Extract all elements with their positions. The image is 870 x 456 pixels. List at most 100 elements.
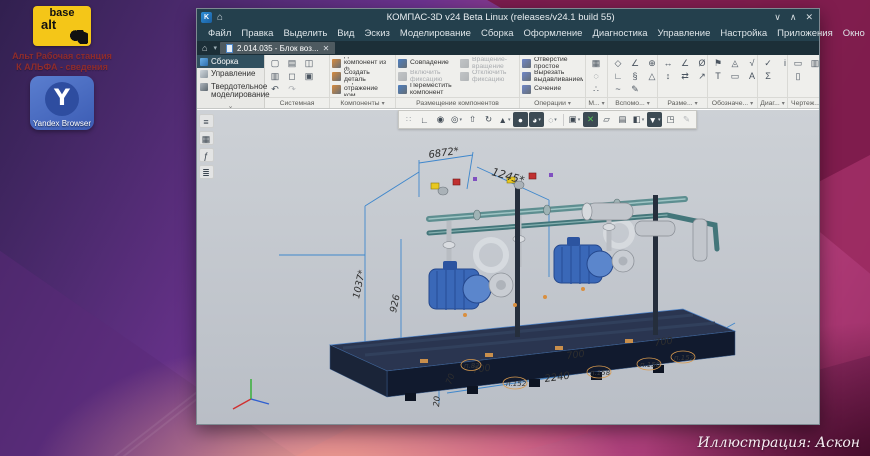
- clipboard-icon[interactable]: ▤: [615, 112, 630, 127]
- views-icon[interactable]: ▥: [807, 57, 819, 70]
- panel-management[interactable]: Управление: [197, 68, 264, 81]
- menu-item-9[interactable]: Управление: [653, 27, 716, 40]
- sheet-icon[interactable]: ▯: [790, 70, 806, 83]
- dim-aligned-icon[interactable]: ↗: [694, 70, 707, 83]
- menu-item-7[interactable]: Оформление: [519, 27, 588, 40]
- titlebar[interactable]: K ⌂ КОМПАС-3D v24 Beta Linux (releases/v…: [197, 9, 819, 25]
- quick-divide-icon[interactable]: ✕: [583, 112, 598, 127]
- leader-icon[interactable]: ⚑: [710, 57, 726, 70]
- start-page-button[interactable]: ⌂: [199, 43, 210, 53]
- section-expand-icon[interactable]: ▾: [602, 100, 605, 107]
- frame-icon[interactable]: ▭: [727, 70, 743, 83]
- plane-icon[interactable]: ◇: [610, 57, 626, 70]
- tab-close-icon[interactable]: ✕: [323, 44, 330, 53]
- tab-document[interactable]: 2.014.035 - Блок воз... ✕: [220, 42, 335, 54]
- save-icon[interactable]: ◫: [301, 57, 317, 70]
- panel-solid-modeling[interactable]: Твердотельное моделирование: [197, 81, 264, 102]
- pattern-grid-icon[interactable]: ▦: [588, 57, 604, 70]
- hide-objects-icon[interactable]: ◌: [545, 112, 560, 127]
- coincidence-button[interactable]: Совпадение: [398, 57, 460, 70]
- menu-item-0[interactable]: Файл: [203, 27, 236, 40]
- pan-icon[interactable]: ⇧: [465, 112, 480, 127]
- tab-list-dropdown-icon[interactable]: ▾: [213, 44, 217, 52]
- point-icon[interactable]: ⊕: [644, 57, 657, 70]
- mass-icon[interactable]: Σ: [760, 70, 776, 83]
- section-expand-icon[interactable]: ▾: [695, 100, 698, 107]
- mirror-component-button[interactable]: Зеркальное отражение ком...: [332, 83, 393, 96]
- zoom-icon[interactable]: ◎: [449, 112, 464, 127]
- menu-item-3[interactable]: Вид: [332, 27, 359, 40]
- dim-linear-icon[interactable]: ↔: [660, 57, 676, 70]
- menu-item-6[interactable]: Сборка: [476, 27, 519, 40]
- panel-assembly[interactable]: Сборка: [197, 55, 264, 68]
- close-button[interactable]: ✕: [805, 12, 813, 23]
- variables-icon[interactable]: ƒ: [199, 148, 214, 162]
- undo-icon[interactable]: ↶: [267, 83, 283, 96]
- shaded-view-icon[interactable]: ●: [513, 112, 528, 127]
- print-icon[interactable]: ▥: [267, 70, 283, 83]
- orientation-icon[interactable]: ◉: [433, 112, 448, 127]
- assembly-3d-model[interactable]: 6872* 1245* 1037* 926 700 700 700 2240 7…: [215, 127, 819, 424]
- desktop-icon-yandex-browser[interactable]: Y Yandex Browser: [10, 76, 114, 130]
- create-part-button[interactable]: Создать деталь: [332, 70, 393, 83]
- new-doc-icon[interactable]: ▢: [267, 57, 283, 70]
- dim-chain-icon[interactable]: ⇄: [677, 70, 693, 83]
- axis-icon[interactable]: ∠: [627, 57, 643, 70]
- section-button[interactable]: Сечение: [522, 83, 583, 96]
- section-expand-icon[interactable]: ▾: [647, 100, 650, 107]
- datum-icon[interactable]: ◬: [727, 57, 743, 70]
- info-icon[interactable]: i: [777, 57, 787, 70]
- spline-icon[interactable]: ~: [610, 83, 626, 96]
- image-icon[interactable]: ▣: [567, 112, 582, 127]
- contour-icon[interactable]: ✎: [627, 83, 643, 96]
- dim-diameter-icon[interactable]: Ø: [694, 57, 707, 70]
- section-expand-icon[interactable]: ▾: [382, 100, 385, 107]
- menu-item-4[interactable]: Эскиз: [359, 27, 394, 40]
- drawing-icon[interactable]: ▭: [790, 57, 806, 70]
- copy-style-icon[interactable]: ▱: [599, 112, 614, 127]
- hole-simple-button[interactable]: Отверстие простое: [522, 57, 583, 70]
- measure-icon[interactable]: ✓: [760, 57, 776, 70]
- save-as-icon[interactable]: ▣: [301, 70, 317, 83]
- parameters-icon[interactable]: ▦: [199, 131, 214, 145]
- yandex-browser-tile[interactable]: Y Yandex Browser: [30, 76, 94, 130]
- rotate-view-icon[interactable]: ↻: [481, 112, 496, 127]
- section-expand-icon[interactable]: ▾: [782, 100, 785, 107]
- open-icon[interactable]: ▤: [284, 57, 300, 70]
- polyline-icon[interactable]: △: [644, 70, 657, 83]
- print-preview-icon[interactable]: ◻: [284, 70, 300, 83]
- home-icon[interactable]: ⌂: [217, 12, 223, 23]
- dim-angular-icon[interactable]: ∠: [677, 57, 693, 70]
- csys-icon[interactable]: ∟: [417, 112, 432, 127]
- text-icon[interactable]: T: [710, 70, 726, 83]
- design-tree-icon[interactable]: ≡: [199, 114, 214, 128]
- display-mode-icon[interactable]: ◕: [529, 112, 544, 127]
- move-component-button[interactable]: Переместить компонент: [398, 83, 460, 96]
- add-component-button[interactable]: Добавить компонент из ф...: [332, 57, 393, 70]
- axonometry-icon[interactable]: ▲: [497, 112, 512, 127]
- layers-icon[interactable]: ◧: [631, 112, 646, 127]
- menu-item-5[interactable]: Моделирование: [395, 27, 476, 40]
- section-expand-icon[interactable]: ▾: [750, 100, 753, 107]
- cut-extrude-button[interactable]: Вырезать выдавливанием: [522, 70, 583, 83]
- spiral-icon[interactable]: §: [627, 70, 643, 83]
- lcs-icon[interactable]: ∟: [610, 70, 626, 83]
- maximize-button[interactable]: ∧: [790, 12, 797, 23]
- menu-item-11[interactable]: Приложения: [772, 27, 838, 40]
- roughness-icon[interactable]: √: [744, 57, 757, 70]
- marker-icon[interactable]: A: [744, 70, 757, 83]
- menu-item-12[interactable]: Окно: [838, 27, 870, 40]
- clip-box-icon[interactable]: ◳: [663, 112, 678, 127]
- menu-item-2[interactable]: Выделить: [278, 27, 332, 40]
- menu-item-1[interactable]: Правка: [236, 27, 278, 40]
- menu-item-10[interactable]: Настройка: [715, 27, 772, 40]
- minimize-button[interactable]: ∨: [774, 12, 781, 23]
- pattern-circular-icon[interactable]: ◌: [588, 70, 604, 83]
- desktop-icon-altlinux[interactable]: base alt Альт Рабочая станция К АЛЬФА - …: [10, 6, 114, 73]
- section-expand-icon[interactable]: ▾: [568, 100, 571, 107]
- layers-list-icon[interactable]: ≣: [199, 165, 214, 179]
- menu-item-8[interactable]: Диагностика: [587, 27, 652, 40]
- pattern-curve-icon[interactable]: ∴: [588, 83, 604, 96]
- filter-icon[interactable]: ▼: [647, 112, 662, 127]
- dim-vertical-icon[interactable]: ↕: [660, 70, 676, 83]
